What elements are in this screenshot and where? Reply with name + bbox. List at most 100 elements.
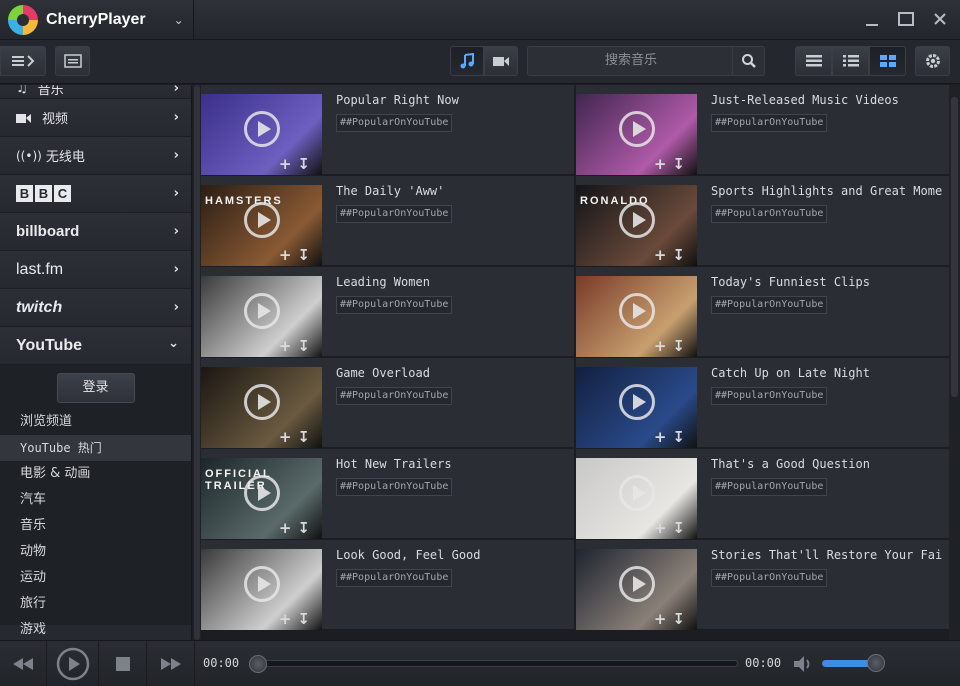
hashtag[interactable]: ##PopularOnYouTube bbox=[336, 387, 453, 405]
youtube-link[interactable]: 音乐 bbox=[0, 513, 191, 539]
download-icon[interactable]: ↧ bbox=[297, 610, 316, 628]
music-mode-button[interactable] bbox=[450, 46, 484, 76]
hashtag[interactable]: ##PopularOnYouTube bbox=[336, 205, 453, 223]
plus-icon[interactable]: + bbox=[654, 246, 673, 264]
play-circle-icon[interactable] bbox=[619, 475, 655, 511]
hashtag[interactable]: ##PopularOnYouTube bbox=[711, 205, 828, 223]
video-thumbnail[interactable]: RONALDO +↧ bbox=[576, 185, 697, 266]
add-download-icons[interactable]: +↧ bbox=[279, 610, 316, 628]
download-icon[interactable]: ↧ bbox=[297, 337, 316, 355]
plus-icon[interactable]: + bbox=[654, 519, 673, 537]
volume-handle[interactable] bbox=[867, 654, 885, 672]
add-download-icons[interactable]: +↧ bbox=[654, 519, 691, 537]
video-thumbnail[interactable]: +↧ bbox=[576, 549, 697, 630]
add-download-icons[interactable]: +↧ bbox=[279, 155, 316, 173]
youtube-link[interactable]: 运动 bbox=[0, 565, 191, 591]
play-circle-icon[interactable] bbox=[244, 202, 280, 238]
youtube-link[interactable]: 游戏 bbox=[0, 617, 191, 640]
video-thumbnail[interactable]: HAMSTERS +↧ bbox=[201, 185, 322, 266]
video-card[interactable]: +↧ Popular Right Now ##PopularOnYouTube bbox=[201, 85, 574, 175]
plus-icon[interactable]: + bbox=[279, 610, 298, 628]
video-card[interactable]: RONALDO +↧ Sports Highlights and Great Mom… bbox=[576, 176, 949, 266]
sidebar-item-twitch[interactable]: twitch › bbox=[0, 289, 191, 327]
previous-button[interactable] bbox=[0, 641, 47, 686]
add-download-icons[interactable]: +↧ bbox=[654, 337, 691, 355]
plus-icon[interactable]: + bbox=[654, 337, 673, 355]
hashtag[interactable]: ##PopularOnYouTube bbox=[336, 478, 453, 496]
play-circle-icon[interactable] bbox=[244, 475, 280, 511]
list-view-button[interactable] bbox=[795, 46, 832, 76]
video-title[interactable]: Catch Up on Late Night bbox=[711, 366, 943, 380]
plus-icon[interactable]: + bbox=[654, 428, 673, 446]
sidebar-scrollbar[interactable] bbox=[193, 85, 201, 640]
play-circle-icon[interactable] bbox=[619, 566, 655, 602]
video-title[interactable]: The Daily 'Aww' bbox=[336, 184, 568, 198]
play-circle-icon[interactable] bbox=[619, 111, 655, 147]
youtube-link[interactable]: 浏览频道 bbox=[0, 409, 191, 435]
video-thumbnail[interactable]: +↧ bbox=[201, 367, 322, 448]
hashtag[interactable]: ##PopularOnYouTube bbox=[336, 296, 453, 314]
seek-bar[interactable] bbox=[249, 655, 738, 673]
sidebar-toggle-button[interactable] bbox=[0, 46, 46, 76]
hashtag[interactable]: ##PopularOnYouTube bbox=[711, 296, 828, 314]
maximize-button[interactable] bbox=[896, 8, 916, 30]
hashtag[interactable]: ##PopularOnYouTube bbox=[336, 114, 453, 132]
video-card[interactable]: +↧ That's a Good Question ##PopularOnYouTu… bbox=[576, 449, 949, 539]
grid-view-button[interactable] bbox=[869, 46, 906, 76]
plus-icon[interactable]: + bbox=[654, 155, 673, 173]
sidebar-item-billboard[interactable]: billboard › bbox=[0, 213, 191, 251]
video-card[interactable]: +↧ Catch Up on Late Night ##PopularOnYouTu… bbox=[576, 358, 949, 448]
play-circle-icon[interactable] bbox=[244, 293, 280, 329]
download-icon[interactable]: ↧ bbox=[297, 155, 316, 173]
sidebar-item-youtube[interactable]: YouTube ⌄ bbox=[0, 327, 191, 365]
plus-icon[interactable]: + bbox=[279, 337, 298, 355]
download-icon[interactable]: ↧ bbox=[297, 428, 316, 446]
video-title[interactable]: Popular Right Now bbox=[336, 93, 568, 107]
play-circle-icon[interactable] bbox=[619, 384, 655, 420]
sidebar-item-video[interactable]: 视频 › bbox=[0, 99, 191, 137]
download-icon[interactable]: ↧ bbox=[672, 246, 691, 264]
video-card[interactable]: HAMSTERS +↧ The Daily 'Aww' ##PopularOnYouT… bbox=[201, 176, 574, 266]
video-title[interactable]: Today's Funniest Clips bbox=[711, 275, 943, 289]
download-icon[interactable]: ↧ bbox=[672, 337, 691, 355]
seek-handle[interactable] bbox=[249, 655, 267, 673]
video-title[interactable]: That's a Good Question bbox=[711, 457, 943, 471]
hashtag[interactable]: ##PopularOnYouTube bbox=[711, 478, 828, 496]
add-download-icons[interactable]: +↧ bbox=[279, 428, 316, 446]
add-download-icons[interactable]: +↧ bbox=[279, 246, 316, 264]
plus-icon[interactable]: + bbox=[654, 610, 673, 628]
video-title[interactable]: Just-Released Music Videos bbox=[711, 93, 943, 107]
youtube-link[interactable]: 电影 & 动画 bbox=[0, 461, 191, 487]
video-thumbnail[interactable]: +↧ bbox=[576, 276, 697, 357]
youtube-link[interactable]: YouTube 热门 bbox=[0, 435, 191, 461]
add-download-icons[interactable]: +↧ bbox=[654, 155, 691, 173]
sidebar-item-music[interactable]: ♫ 音乐 › bbox=[0, 85, 191, 99]
video-card[interactable]: +↧ Game Overload ##PopularOnYouTube bbox=[201, 358, 574, 448]
add-download-icons[interactable]: +↧ bbox=[654, 246, 691, 264]
equalizer-button[interactable] bbox=[55, 46, 90, 76]
detail-view-button[interactable] bbox=[832, 46, 869, 76]
plus-icon[interactable]: + bbox=[279, 155, 298, 173]
search-button[interactable] bbox=[732, 47, 764, 75]
hashtag[interactable]: ##PopularOnYouTube bbox=[711, 114, 828, 132]
play-circle-icon[interactable] bbox=[244, 384, 280, 420]
settings-button[interactable] bbox=[915, 46, 950, 76]
stop-button[interactable] bbox=[99, 641, 147, 686]
youtube-link[interactable]: 汽车 bbox=[0, 487, 191, 513]
hashtag[interactable]: ##PopularOnYouTube bbox=[336, 569, 453, 587]
minimize-button[interactable] bbox=[862, 8, 882, 30]
video-title[interactable]: Game Overload bbox=[336, 366, 568, 380]
plus-icon[interactable]: + bbox=[279, 428, 298, 446]
youtube-link[interactable]: 动物 bbox=[0, 539, 191, 565]
sidebar-scroll-thumb[interactable] bbox=[194, 85, 200, 640]
hashtag[interactable]: ##PopularOnYouTube bbox=[711, 387, 828, 405]
add-download-icons[interactable]: +↧ bbox=[654, 610, 691, 628]
play-circle-icon[interactable] bbox=[619, 293, 655, 329]
video-thumbnail[interactable]: +↧ bbox=[201, 549, 322, 630]
video-title[interactable]: Look Good, Feel Good bbox=[336, 548, 568, 562]
video-thumbnail[interactable]: OFFICIAL TRAILER +↧ bbox=[201, 458, 322, 539]
add-download-icons[interactable]: +↧ bbox=[279, 519, 316, 537]
video-card[interactable]: +↧ Leading Women ##PopularOnYouTube bbox=[201, 267, 574, 357]
play-circle-icon[interactable] bbox=[244, 111, 280, 147]
video-title[interactable]: Sports Highlights and Great Moments bbox=[711, 184, 943, 198]
